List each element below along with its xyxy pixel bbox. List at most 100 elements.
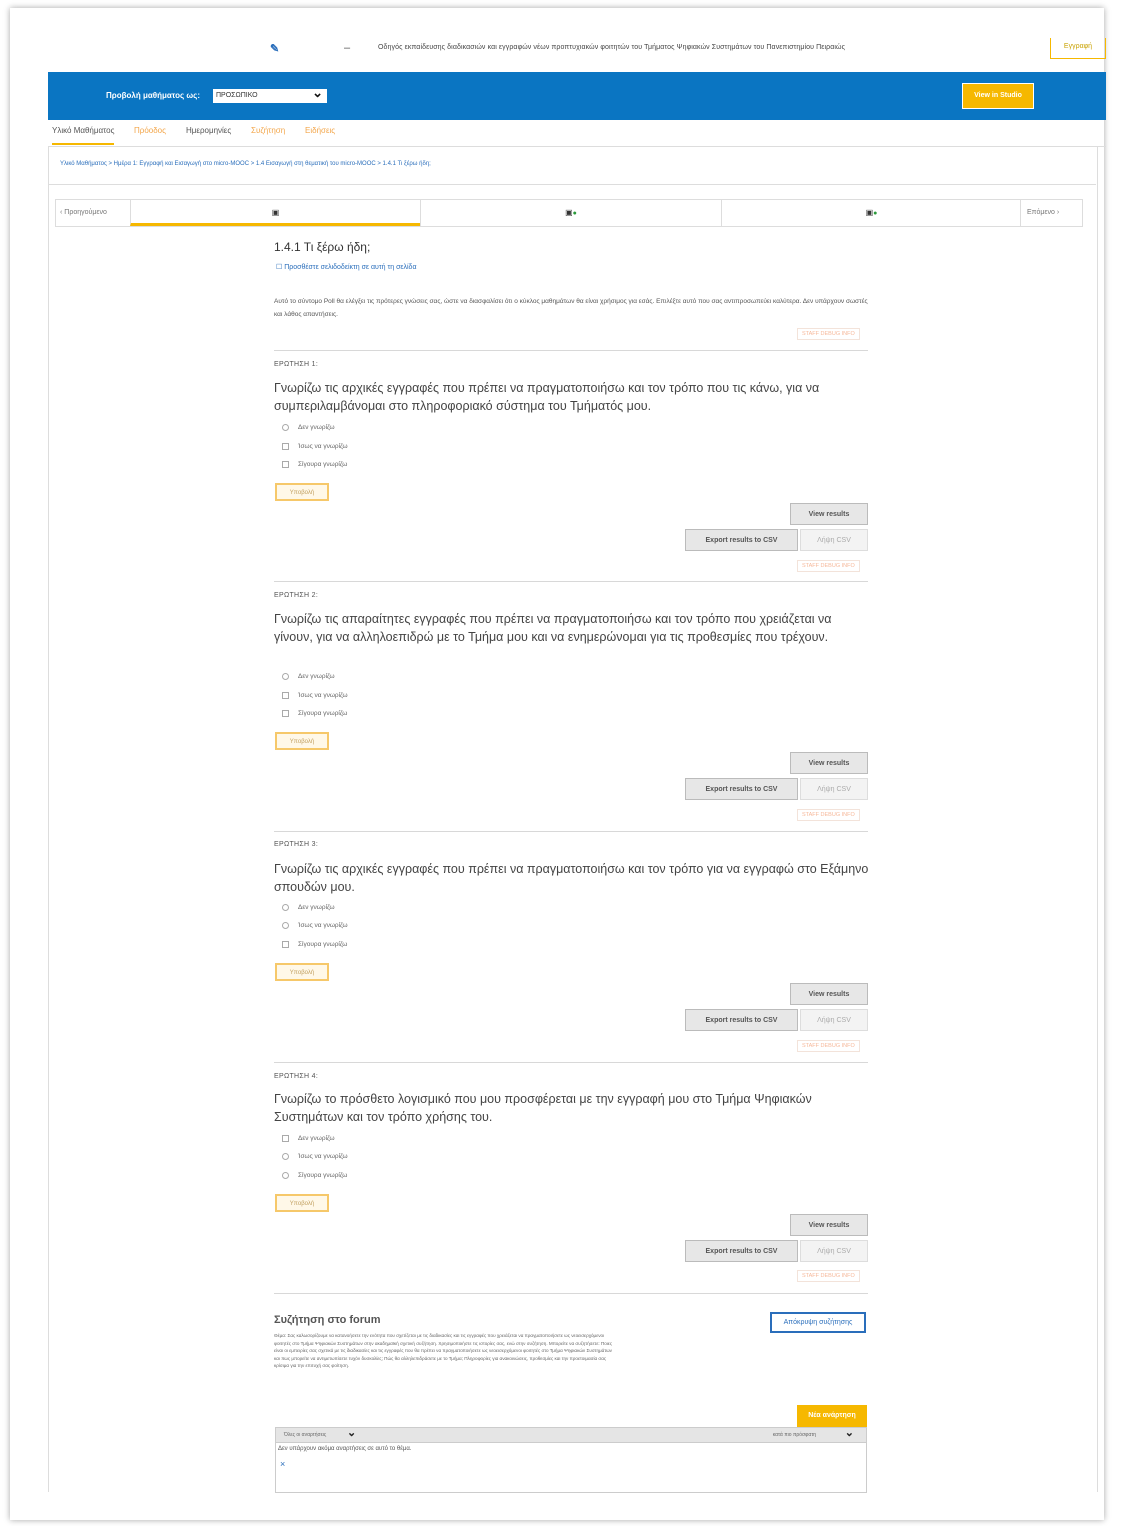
view-results-button[interactable]: View results xyxy=(790,1214,868,1236)
option-label: Ίσως να γνωρίζω xyxy=(298,443,348,451)
bookmark-button[interactable]: ☐ Προσθέστε σελιδοδείκτη σε αυτή τη σελί… xyxy=(276,263,417,271)
radio-icon xyxy=(282,673,289,680)
forum-description: Θέμα: Σας καλωσορίζουμε να κατανοήσετε τ… xyxy=(274,1333,613,1368)
tab-course[interactable]: Υλικό Μαθήματος xyxy=(52,126,115,145)
option-label: Σίγουρα γνωρίζω xyxy=(298,710,348,718)
course-title: Οδηγός εκπαίδευσης διαδικασιών και εγγρα… xyxy=(378,44,846,51)
staff-debug-link[interactable]: STAFF DEBUG INFO xyxy=(797,1270,860,1282)
option-label: Σίγουρα γνωρίζω xyxy=(298,461,348,469)
tab-dates[interactable]: Ημερομηνίες xyxy=(186,126,231,135)
filter-select[interactable]: Όλες οι αναρτήσεις ⌄ xyxy=(284,1427,356,1439)
submit-button[interactable]: Υποβολή xyxy=(275,1194,329,1212)
question-text: Γνωρίζω το πρόσθετο λογισμικό που μου πρ… xyxy=(274,1092,812,1124)
tab-news[interactable]: Ειδήσεις xyxy=(305,126,335,135)
poll-option[interactable]: Ίσως να γνωρίζω xyxy=(282,443,348,450)
logo-icon[interactable]: ✎ xyxy=(270,42,279,55)
download-csv-button[interactable]: Λήψη CSV xyxy=(800,529,868,551)
poll-option[interactable]: Δεν γνωρίζω xyxy=(282,904,335,911)
view-as-value: ΠΡΟΣΩΠΙΚΟ xyxy=(216,92,258,99)
submit-button[interactable]: Υποβολή xyxy=(275,963,329,981)
sequence-unit-1[interactable]: ▣ xyxy=(130,200,420,226)
poll-option[interactable]: Σίγουρα γνωρίζω xyxy=(282,941,347,948)
download-csv-button[interactable]: Λήψη CSV xyxy=(800,1009,868,1031)
hide-discussion-button[interactable]: Απόκρυψη συζήτησης xyxy=(770,1312,866,1333)
question-label: ΕΡΩΤΗΣΗ 4: xyxy=(274,1073,319,1080)
radio-icon xyxy=(282,424,289,431)
radio-icon xyxy=(282,710,289,717)
submit-button[interactable]: Υποβολή xyxy=(275,483,329,501)
top-header: ✎ – Οδηγός εκπαίδευσης διαδικασιών και ε… xyxy=(48,38,1106,64)
poll-option[interactable]: Σίγουρα γνωρίζω xyxy=(282,710,347,717)
question-text: Γνωρίζω τις απαραίτητες εγγραφές που πρέ… xyxy=(274,612,832,644)
export-csv-button[interactable]: Export results to CSV xyxy=(685,778,798,800)
enroll-button[interactable]: Εγγραφή xyxy=(1050,38,1106,59)
poll-option[interactable]: Δεν γνωρίζω xyxy=(282,424,335,431)
sequence-unit-2[interactable]: ▣● xyxy=(420,200,721,226)
staff-debug-link[interactable]: STAFF DEBUG INFO xyxy=(797,1040,860,1052)
poll-option[interactable]: Ίσως να γνωρίζω xyxy=(282,692,348,699)
tab-discussion[interactable]: Συζήτηση xyxy=(251,126,285,135)
breadcrumb[interactable]: Υλικό Μαθήματος > Ημέρα 1: Εγγραφή και Ε… xyxy=(60,161,431,167)
export-csv-button[interactable]: Export results to CSV xyxy=(685,1240,798,1262)
question-label: ΕΡΩΤΗΣΗ 1: xyxy=(274,361,319,368)
forum-filter-bar: Όλες οι αναρτήσεις ⌄ κατά πιο πρόσφατη ⌄ xyxy=(276,1426,866,1443)
radio-icon xyxy=(282,1135,289,1142)
radio-icon xyxy=(282,1153,289,1160)
complete-check-icon: ● xyxy=(873,210,878,217)
next-button[interactable]: Επόμενο › xyxy=(1020,200,1082,226)
poll-option[interactable]: Δεν γνωρίζω xyxy=(282,673,335,680)
poll-option[interactable]: Σίγουρα γνωρίζω xyxy=(282,461,347,468)
download-csv-button[interactable]: Λήψη CSV xyxy=(800,778,868,800)
forum-title: Συζήτηση στο forum xyxy=(274,1314,381,1326)
unit-intro: Αυτό το σύντομο Poll θα ελέγξει τις πρότ… xyxy=(274,298,868,318)
option-label: Ίσως να γνωρίζω xyxy=(298,922,348,930)
sequence-unit-3[interactable]: ▣● xyxy=(721,200,1021,226)
staff-debug-link[interactable]: STAFF DEBUG INFO xyxy=(797,328,860,340)
option-label: Σίγουρα γνωρίζω xyxy=(298,1172,348,1180)
close-icon[interactable]: × xyxy=(280,1459,285,1469)
chevron-down-icon[interactable]: ⌄ xyxy=(845,1426,854,1439)
chevron-down-icon: ⌄ xyxy=(312,85,323,100)
divider xyxy=(48,184,1096,185)
staff-debug-link[interactable]: STAFF DEBUG INFO xyxy=(797,560,860,572)
view-results-button[interactable]: View results xyxy=(790,983,868,1005)
staff-debug-link[interactable]: STAFF DEBUG INFO xyxy=(797,809,860,821)
empty-forum-message: Δεν υπάρχουν ακόμα αναρτήσεις σε αυτό το… xyxy=(278,1446,412,1452)
filter-label: Όλες οι αναρτήσεις xyxy=(284,1432,327,1438)
view-results-button[interactable]: View results xyxy=(790,503,868,525)
next-label: Επόμενο xyxy=(1027,209,1055,216)
divider xyxy=(274,350,868,351)
export-csv-button[interactable]: Export results to CSV xyxy=(685,529,798,551)
question-label: ΕΡΩΤΗΣΗ 2: xyxy=(274,592,319,599)
radio-icon xyxy=(282,692,289,699)
option-label: Ίσως να γνωρίζω xyxy=(298,692,348,700)
view-results-button[interactable]: View results xyxy=(790,752,868,774)
view-as-label: Προβολή μαθήματος ως: xyxy=(106,91,200,100)
tab-progress[interactable]: Πρόοδος xyxy=(134,126,166,135)
radio-icon xyxy=(282,941,289,948)
poll-option[interactable]: Σίγουρα γνωρίζω xyxy=(282,1172,347,1179)
poll-option[interactable]: Δεν γνωρίζω xyxy=(282,1135,335,1142)
submit-button[interactable]: Υποβολή xyxy=(275,732,329,750)
option-label: Ίσως να γνωρίζω xyxy=(298,1153,348,1161)
new-post-button[interactable]: Νέα ανάρτηση xyxy=(797,1405,867,1427)
option-label: Δεν γνωρίζω xyxy=(298,424,335,432)
question-text: Γνωρίζω τις αρχικές εγγραφές που πρέπει … xyxy=(274,862,869,894)
forum-thread-list: Όλες οι αναρτήσεις ⌄ κατά πιο πρόσφατη ⌄ … xyxy=(275,1427,867,1493)
view-in-studio-button[interactable]: View in Studio xyxy=(962,83,1034,109)
poll-option[interactable]: Ίσως να γνωρίζω xyxy=(282,922,348,929)
unit-title: 1.4.1 Τι ξέρω ήδη; xyxy=(274,240,371,254)
poll-option[interactable]: Ίσως να γνωρίζω xyxy=(282,1153,348,1160)
question-text: Γνωρίζω τις αρχικές εγγραφές που πρέπει … xyxy=(274,381,820,413)
sequence-navigation: ‹ Προηγούμενο ▣ ▣● ▣● Επόμενο › xyxy=(55,199,1083,227)
divider xyxy=(274,581,868,582)
option-label: Δεν γνωρίζω xyxy=(298,904,335,912)
radio-icon xyxy=(282,922,289,929)
sort-select[interactable]: κατά πιο πρόσφατη xyxy=(773,1432,816,1438)
previous-button[interactable]: ‹ Προηγούμενο xyxy=(56,200,130,226)
divider xyxy=(274,1293,868,1294)
view-as-select[interactable]: ΠΡΟΣΩΠΙΚΟ ⌄ xyxy=(213,85,327,103)
download-csv-button[interactable]: Λήψη CSV xyxy=(800,1240,868,1262)
export-csv-button[interactable]: Export results to CSV xyxy=(685,1009,798,1031)
option-label: Δεν γνωρίζω xyxy=(298,673,335,681)
